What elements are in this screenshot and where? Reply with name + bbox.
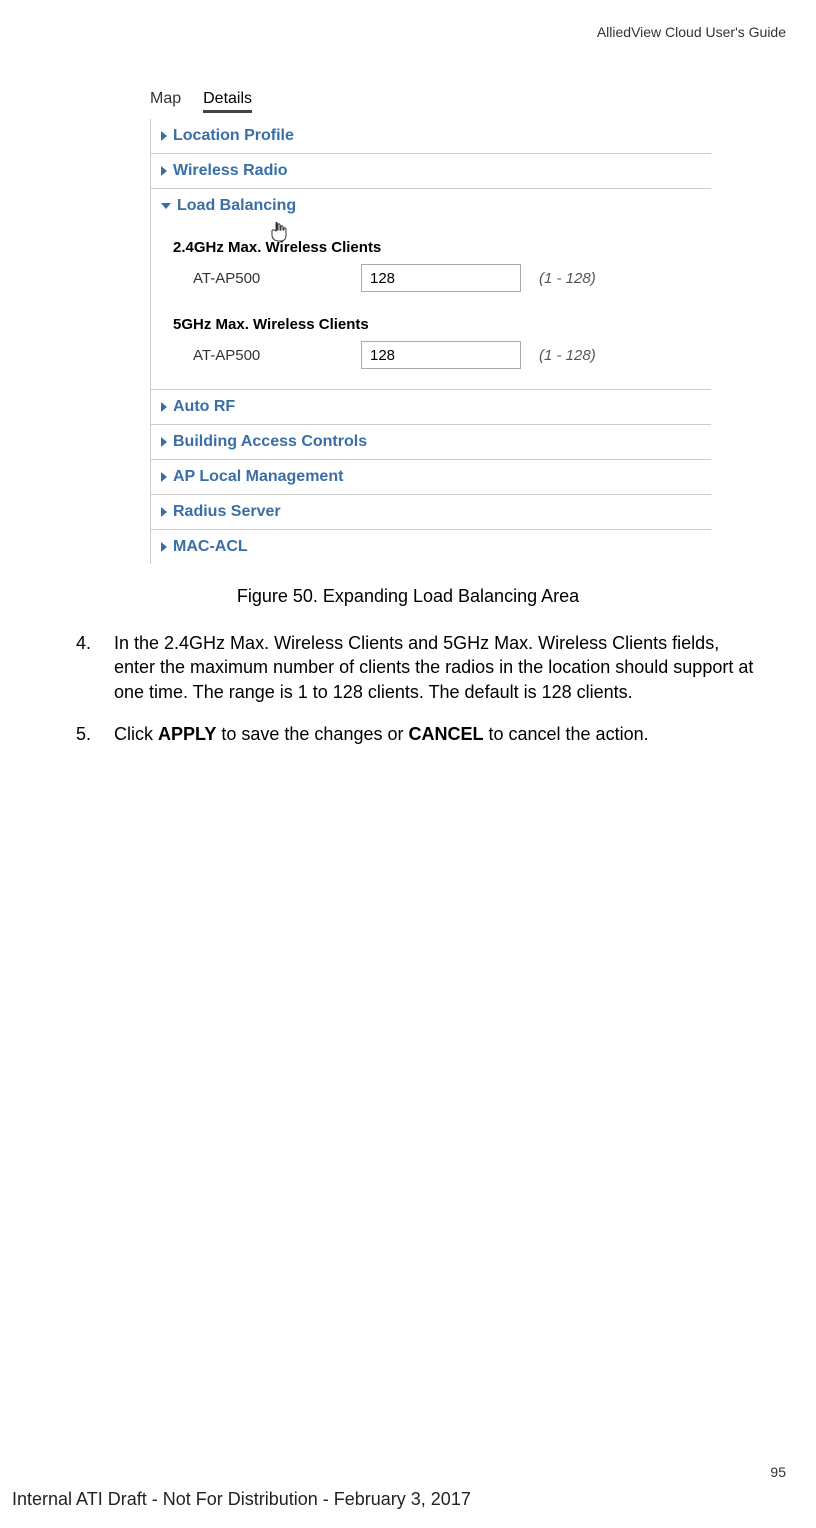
section-label: Location Profile <box>173 127 294 145</box>
step-4: 4. In the 2.4GHz Max. Wireless Clients a… <box>76 631 758 704</box>
section-mac-acl[interactable]: MAC-ACL <box>151 530 711 564</box>
screenshot-figure: Map Details Location Profile Wireless Ra… <box>150 90 710 564</box>
page-number: 95 <box>770 1464 786 1480</box>
heading-5ghz: 5GHz Max. Wireless Clients <box>173 316 701 333</box>
instruction-steps: 4. In the 2.4GHz Max. Wireless Clients a… <box>76 631 758 746</box>
tab-map[interactable]: Map <box>150 90 181 113</box>
text-part: Click <box>114 724 158 744</box>
section-label: AP Local Management <box>173 468 343 486</box>
range-5ghz: (1 - 128) <box>539 347 596 364</box>
figure-caption: Figure 50. Expanding Load Balancing Area <box>30 586 786 607</box>
caret-right-icon <box>161 472 167 482</box>
heading-24ghz: 2.4GHz Max. Wireless Clients <box>173 239 701 256</box>
input-5ghz-max-clients[interactable] <box>361 341 521 369</box>
step-5: 5. Click APPLY to save the changes or CA… <box>76 722 758 746</box>
label-24ghz-ap: AT-AP500 <box>193 270 343 287</box>
section-label: Load Balancing <box>177 197 296 215</box>
tab-details[interactable]: Details <box>203 90 252 113</box>
step-text: Click APPLY to save the changes or CANCE… <box>114 722 758 746</box>
step-number: 4. <box>76 631 114 704</box>
section-label: Radius Server <box>173 503 281 521</box>
section-building-access-controls[interactable]: Building Access Controls <box>151 425 711 460</box>
text-part: to cancel the action. <box>483 724 648 744</box>
cursor-hand-icon <box>269 221 289 246</box>
caret-right-icon <box>161 131 167 141</box>
field-row-5ghz: AT-AP500 (1 - 128) <box>173 341 701 369</box>
accordion-panel: Location Profile Wireless Radio Load Bal… <box>150 119 711 564</box>
section-label: MAC-ACL <box>173 538 248 556</box>
load-balancing-content: 2.4GHz Max. Wireless Clients AT-AP500 (1… <box>151 223 711 390</box>
caret-right-icon <box>161 542 167 552</box>
step-text: In the 2.4GHz Max. Wireless Clients and … <box>114 631 758 704</box>
field-row-24ghz: AT-AP500 (1 - 128) <box>173 264 701 292</box>
section-load-balancing[interactable]: Load Balancing <box>151 189 711 223</box>
section-radius-server[interactable]: Radius Server <box>151 495 711 530</box>
cancel-keyword: CANCEL <box>408 724 483 744</box>
range-24ghz: (1 - 128) <box>539 270 596 287</box>
label-5ghz-ap: AT-AP500 <box>193 347 343 364</box>
section-wireless-radio[interactable]: Wireless Radio <box>151 154 711 189</box>
caret-right-icon <box>161 166 167 176</box>
tabs-row: Map Details <box>150 90 710 117</box>
apply-keyword: APPLY <box>158 724 216 744</box>
section-ap-local-management[interactable]: AP Local Management <box>151 460 711 495</box>
section-auto-rf[interactable]: Auto RF <box>151 390 711 425</box>
step-number: 5. <box>76 722 114 746</box>
section-label: Building Access Controls <box>173 433 367 451</box>
section-label: Wireless Radio <box>173 162 288 180</box>
caret-right-icon <box>161 507 167 517</box>
caret-down-icon <box>161 203 171 209</box>
section-location-profile[interactable]: Location Profile <box>151 119 711 154</box>
header-guide-title: AlliedView Cloud User's Guide <box>30 24 786 40</box>
section-label: Auto RF <box>173 398 235 416</box>
caret-right-icon <box>161 437 167 447</box>
text-part: to save the changes or <box>216 724 408 744</box>
input-24ghz-max-clients[interactable] <box>361 264 521 292</box>
footer-draft-notice: Internal ATI Draft - Not For Distributio… <box>12 1489 471 1510</box>
caret-right-icon <box>161 402 167 412</box>
